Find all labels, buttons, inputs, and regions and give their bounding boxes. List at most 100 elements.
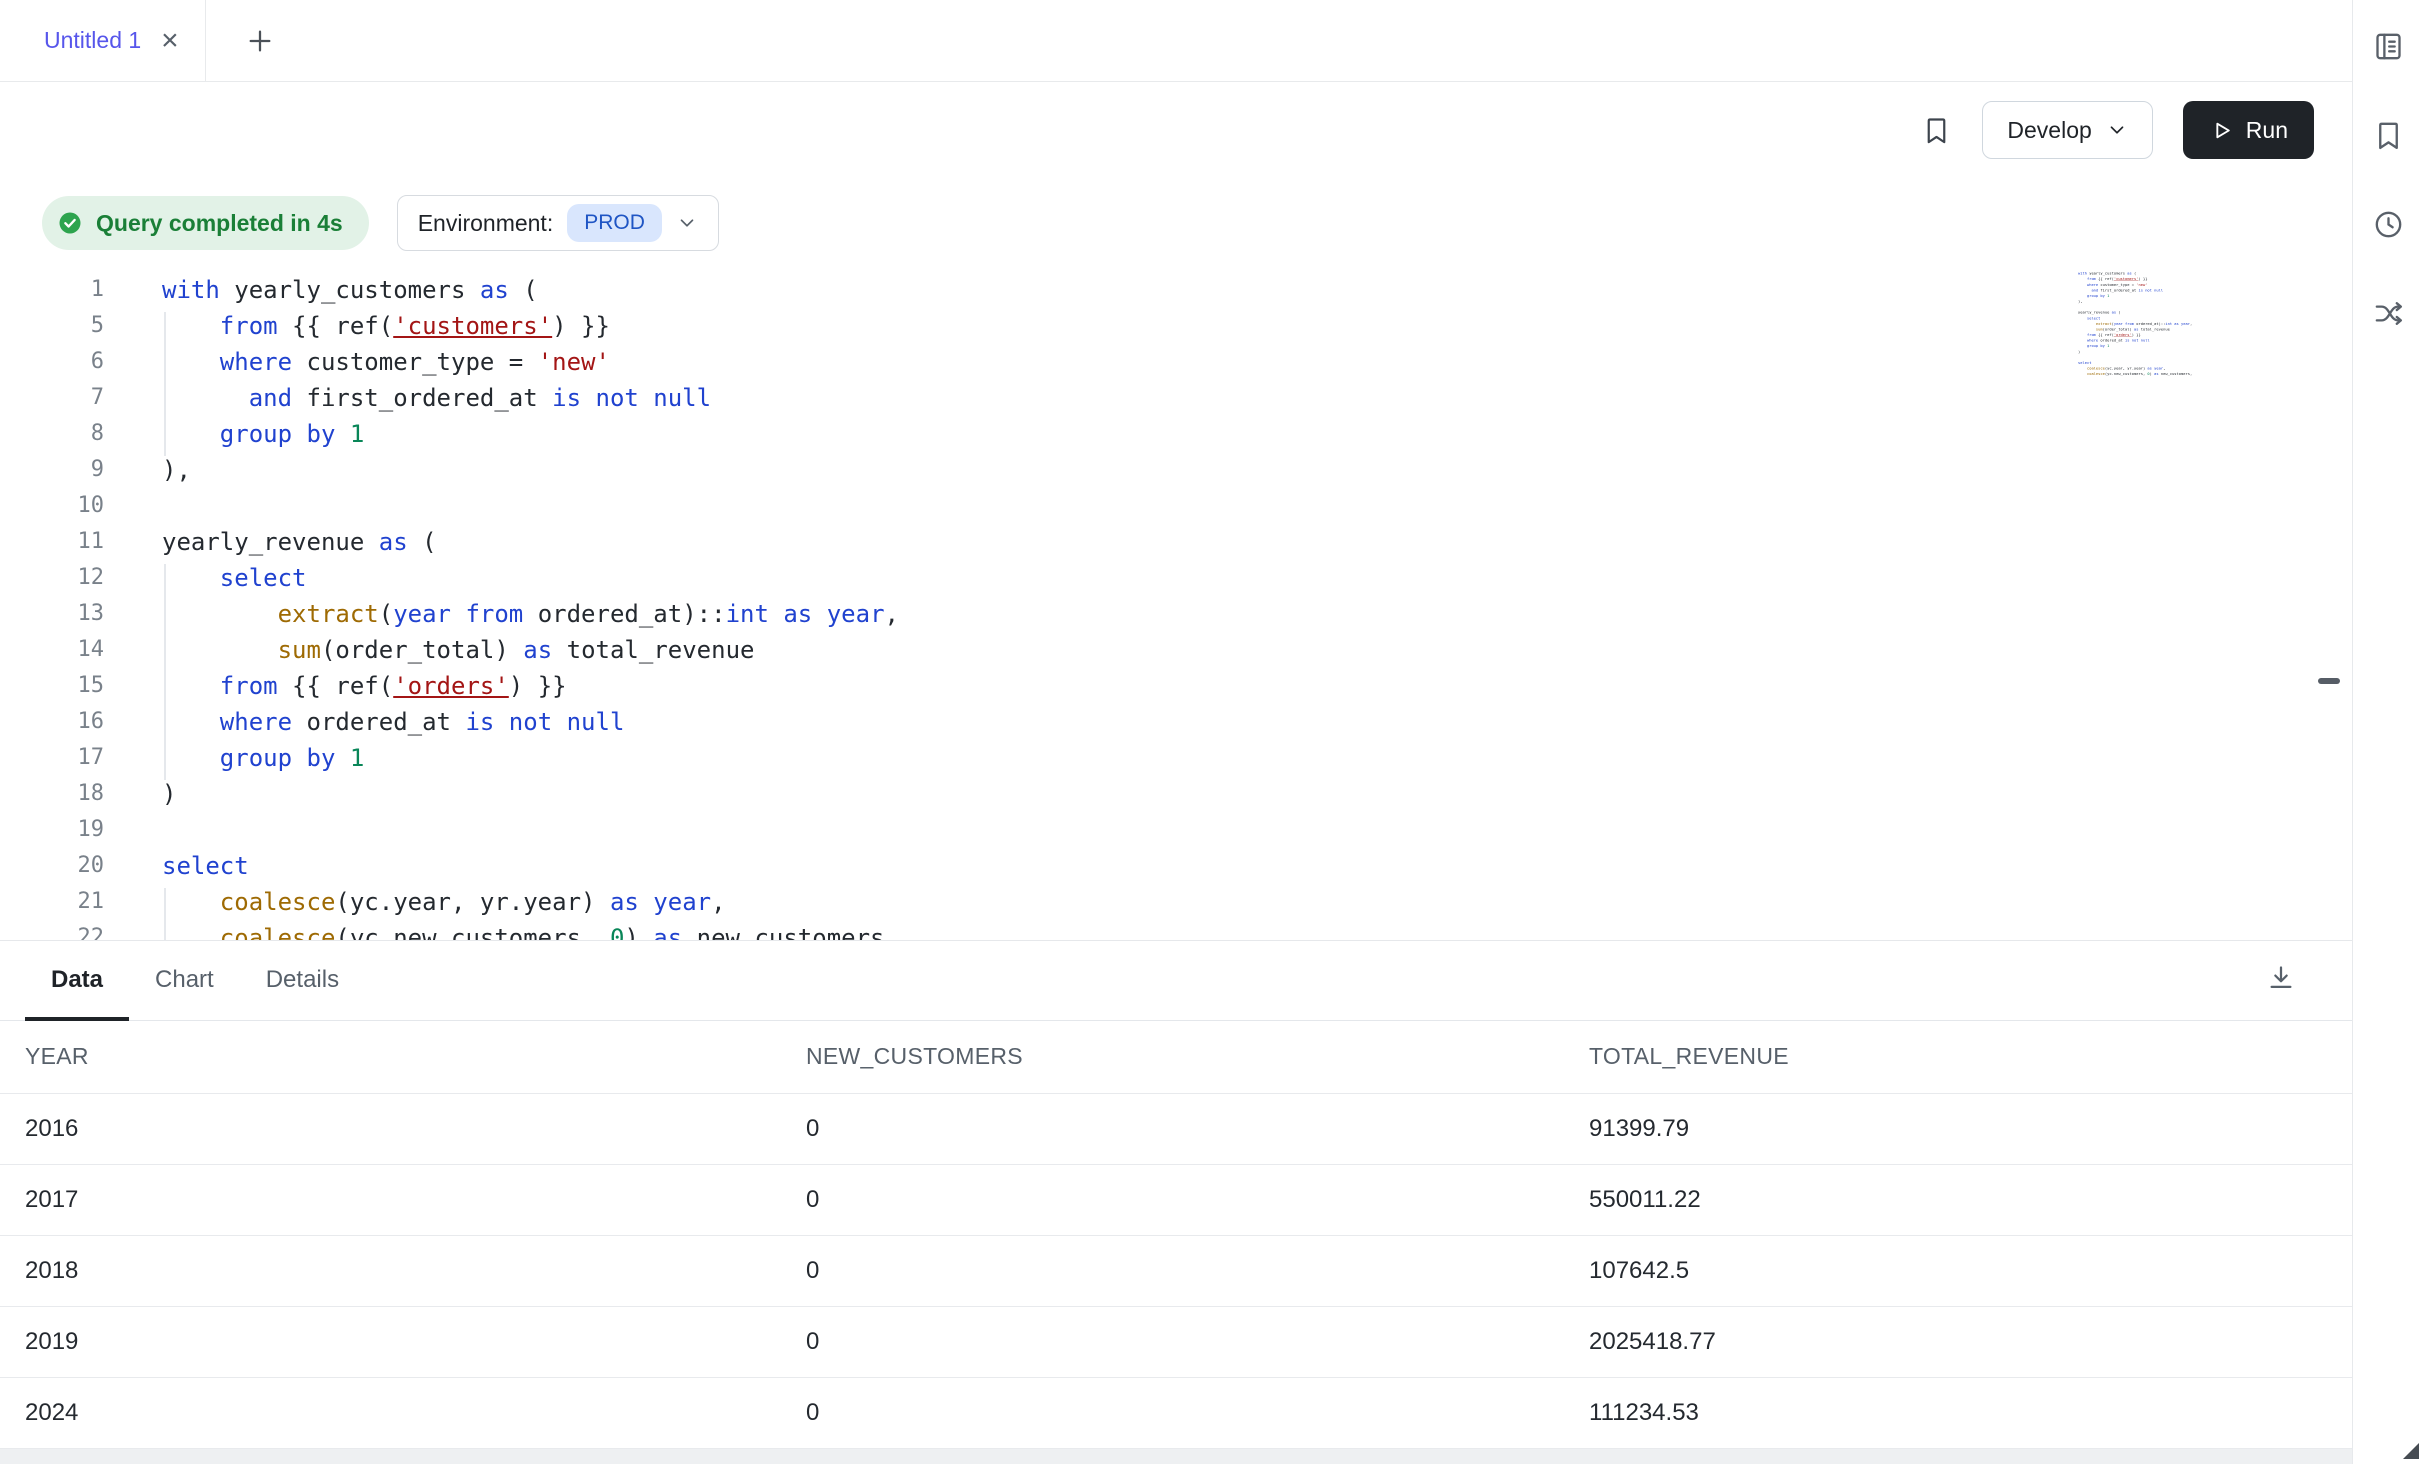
history-clock-icon[interactable]: [2372, 208, 2405, 241]
code-line[interactable]: 14 sum(order_total) as total_revenue: [0, 632, 2352, 668]
bookmark-icon[interactable]: [1921, 115, 1952, 146]
tab-label: Untitled 1: [44, 27, 141, 54]
table-cell: 0: [806, 1115, 1589, 1143]
status-bar: Query completed in 4s Environment: PROD: [0, 178, 2352, 268]
code-line[interactable]: 13 extract(year from ordered_at)::int as…: [0, 596, 2352, 632]
line-number: 15: [0, 668, 104, 704]
line-number: 18: [0, 776, 104, 812]
line-number: 11: [0, 524, 104, 560]
table-cell: 550011.22: [1589, 1186, 2352, 1214]
code-line[interactable]: 22 coalesce(yc.new_customers, 0) as new_…: [0, 920, 2352, 940]
download-button[interactable]: [2266, 963, 2296, 998]
main-column: Untitled 1 × Develop Run: [0, 0, 2352, 1464]
close-icon[interactable]: ×: [155, 26, 185, 56]
resize-grip[interactable]: [2403, 1443, 2419, 1459]
table-header-row: YEARNEW_CUSTOMERSTOTAL_REVENUE: [0, 1021, 2352, 1095]
table-cell: 91399.79: [1589, 1115, 2352, 1143]
check-circle-icon: [56, 209, 84, 237]
download-icon: [2266, 963, 2296, 993]
table-cell: 2018: [25, 1257, 806, 1285]
line-number: 21: [0, 884, 104, 920]
environment-select[interactable]: Environment: PROD: [397, 195, 719, 251]
column-header[interactable]: YEAR: [25, 1043, 806, 1070]
code-line[interactable]: 20select: [0, 848, 2352, 884]
document-list-icon[interactable]: [2372, 30, 2405, 63]
line-number: 1: [0, 272, 104, 308]
code-line[interactable]: 5 from {{ ref('customers') }}: [0, 308, 2352, 344]
chevron-down-icon: [676, 212, 698, 234]
table-row[interactable]: 201902025418.77: [0, 1307, 2352, 1378]
code-line[interactable]: 9),: [0, 452, 2352, 488]
code-line[interactable]: 1with yearly_customers as (: [0, 272, 2352, 308]
query-status-text: Query completed in 4s: [96, 210, 343, 237]
code-line[interactable]: 18): [0, 776, 2352, 812]
table-cell: 0: [806, 1257, 1589, 1285]
table-cell: 0: [806, 1399, 1589, 1427]
code-lines: 1with yearly_customers as (5 from {{ ref…: [2078, 270, 2200, 377]
code-line[interactable]: 6 where customer_type = 'new': [0, 344, 2352, 380]
line-number: 14: [0, 632, 104, 668]
bookmark-icon[interactable]: [2372, 119, 2405, 152]
table-cell: 0: [806, 1328, 1589, 1356]
table-cell: 2017: [25, 1186, 806, 1214]
minimap-content: 1with yearly_customers as (5 from {{ ref…: [2078, 270, 2200, 377]
indent-guide: [164, 312, 166, 456]
environment-badge: PROD: [567, 204, 662, 242]
column-header[interactable]: NEW_CUSTOMERS: [806, 1043, 1589, 1070]
line-number: 5: [0, 308, 104, 344]
query-status-pill: Query completed in 4s: [42, 196, 369, 250]
table-cell: 0: [806, 1186, 1589, 1214]
run-button[interactable]: Run: [2183, 101, 2314, 159]
line-number: 6: [0, 344, 104, 380]
table-cell: 111234.53: [1589, 1399, 2352, 1427]
code-lines: 1with yearly_customers as (5 from {{ ref…: [0, 268, 2352, 940]
minimap[interactable]: 1with yearly_customers as (5 from {{ ref…: [2078, 270, 2200, 382]
table-body: 2016091399.7920170550011.2220180107642.5…: [0, 1094, 2352, 1449]
table-row[interactable]: 2016091399.79: [0, 1094, 2352, 1165]
tab-chart-label: Chart: [155, 966, 214, 994]
tab-data[interactable]: Data: [25, 941, 129, 1020]
indent-guide: [164, 564, 166, 780]
table-cell: 107642.5: [1589, 1257, 2352, 1285]
right-sidebar: [2352, 0, 2424, 1464]
table-cell: 2024: [25, 1399, 806, 1427]
table-cell: 2016: [25, 1115, 806, 1143]
code-line[interactable]: 8 group by 1: [0, 416, 2352, 452]
line-number: 9: [0, 452, 104, 488]
table-row[interactable]: 20180107642.5: [0, 1236, 2352, 1307]
lineage-icon[interactable]: [2372, 297, 2405, 330]
tab-details[interactable]: Details: [240, 941, 365, 1020]
tab-chart[interactable]: Chart: [129, 941, 240, 1020]
code-line[interactable]: 15 from {{ ref('orders') }}: [0, 668, 2352, 704]
line-number: 16: [0, 704, 104, 740]
code-line[interactable]: 19: [0, 812, 2352, 848]
line-number: 22: [0, 920, 104, 940]
code-line[interactable]: 11yearly_revenue as (: [0, 524, 2352, 560]
table-row[interactable]: 20240111234.53: [0, 1378, 2352, 1449]
code-line[interactable]: 12 select: [0, 560, 2352, 596]
table-cell: 2019: [25, 1328, 806, 1356]
develop-button[interactable]: Develop: [1982, 101, 2152, 159]
code-editor[interactable]: 1with yearly_customers as (5 from {{ ref…: [0, 268, 2352, 940]
horizontal-scrollbar[interactable]: [0, 1449, 2352, 1464]
environment-label: Environment:: [418, 210, 554, 237]
code-line[interactable]: 7 and first_ordered_at is not null: [0, 380, 2352, 416]
app-root: Untitled 1 × Develop Run: [0, 0, 2424, 1464]
play-icon: [2209, 118, 2234, 143]
new-tab-button[interactable]: [244, 0, 276, 81]
line-number: 12: [0, 560, 104, 596]
chevron-down-icon: [2106, 119, 2128, 141]
plus-icon: [244, 25, 276, 57]
table-cell: 2025418.77: [1589, 1328, 2352, 1356]
table-row[interactable]: 20170550011.22: [0, 1165, 2352, 1236]
line-number: 8: [0, 416, 104, 452]
scrollbar-thumb[interactable]: [2318, 678, 2340, 684]
code-line[interactable]: 10: [0, 488, 2352, 524]
column-header[interactable]: TOTAL_REVENUE: [1589, 1043, 2352, 1070]
code-line[interactable]: 17 group by 1: [0, 740, 2352, 776]
code-line[interactable]: 16 where ordered_at is not null: [0, 704, 2352, 740]
tab-untitled-1[interactable]: Untitled 1 ×: [0, 0, 206, 81]
line-number: 19: [0, 812, 104, 848]
line-number: 7: [0, 380, 104, 416]
code-line[interactable]: 21 coalesce(yc.year, yr.year) as year,: [0, 884, 2352, 920]
